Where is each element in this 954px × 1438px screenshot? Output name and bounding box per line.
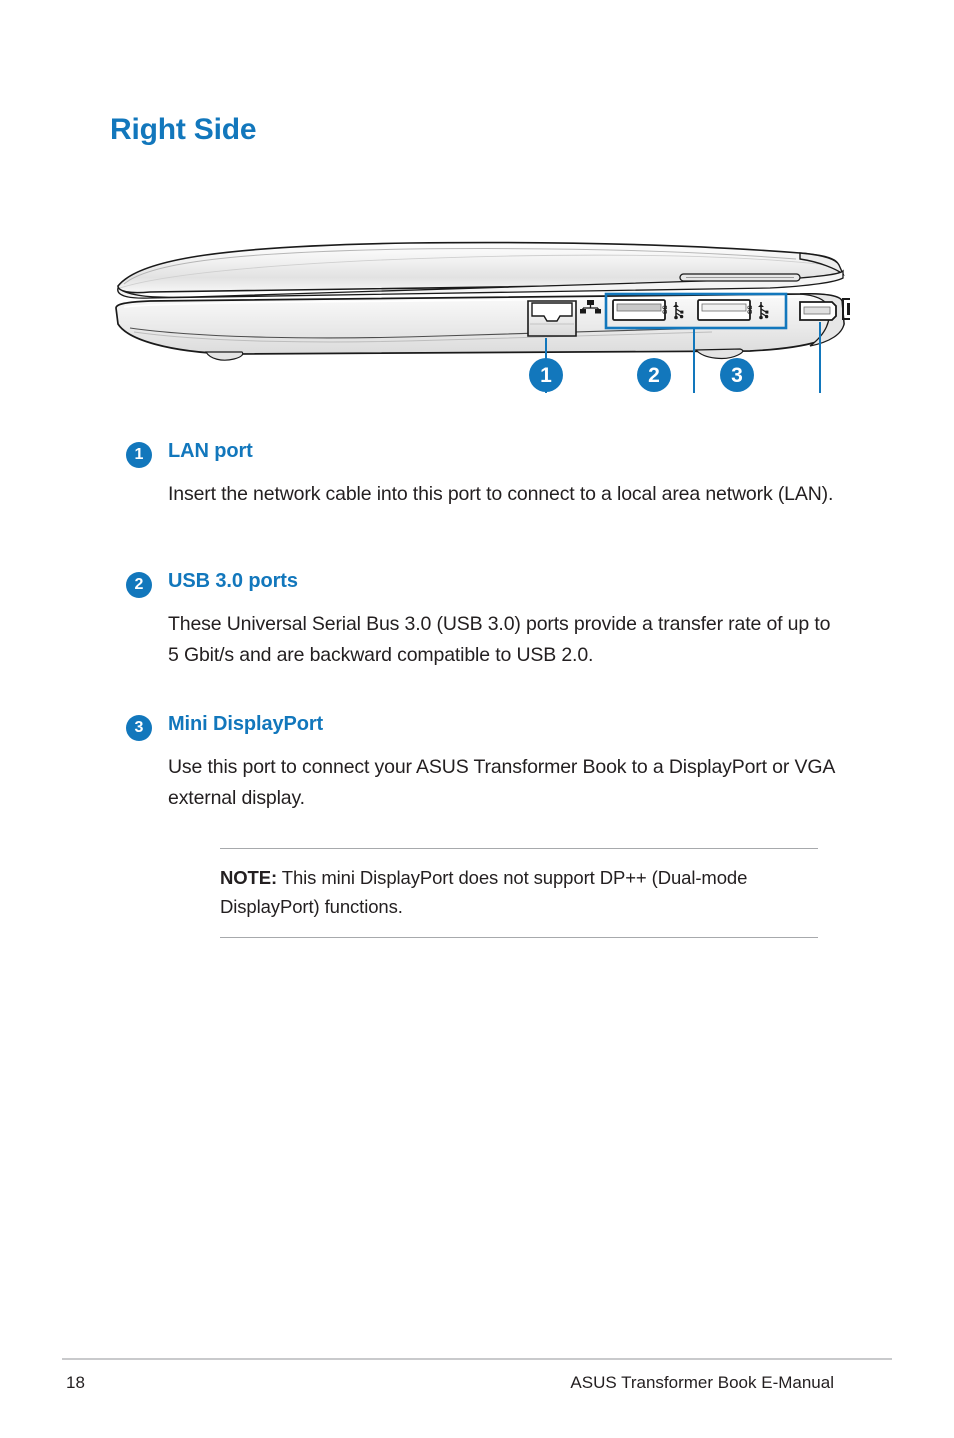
laptop-lid bbox=[117, 241, 845, 299]
section-title-mini-displayport: Mini DisplayPort bbox=[168, 713, 324, 735]
section-badge-1: 1 bbox=[126, 442, 152, 468]
section-body-lan-port: Insert the network cable into this port … bbox=[168, 483, 834, 505]
note-body: NOTE: This mini DisplayPort does not sup… bbox=[220, 849, 818, 937]
note-text: This mini DisplayPort does not support D… bbox=[220, 867, 748, 917]
port-section-usb3: 2 USB 3.0 ports These Universal Serial B… bbox=[126, 570, 846, 671]
section-header: 2 USB 3.0 ports bbox=[126, 570, 846, 600]
laptop-illustration: SS SS 1 2 3 bbox=[110, 228, 850, 408]
svg-text:SS: SS bbox=[747, 305, 754, 314]
section-badge-3: 3 bbox=[126, 715, 152, 741]
note-rule-bottom bbox=[220, 937, 818, 938]
usb-port-1 bbox=[612, 299, 666, 321]
manual-page: Right Side SS SS 1 2 3 1 LAN port Insert… bbox=[0, 0, 954, 1438]
footer-page-number: 18 bbox=[66, 1373, 85, 1392]
svg-text:2: 2 bbox=[648, 364, 660, 387]
svg-text:1: 1 bbox=[540, 364, 552, 387]
lan-port bbox=[527, 300, 577, 337]
usb-port-2 bbox=[697, 299, 751, 321]
section-badge-2: 2 bbox=[126, 572, 152, 598]
section-title-usb-3-ports: USB 3.0 ports bbox=[168, 570, 298, 592]
section-header: 3 Mini DisplayPort bbox=[126, 713, 846, 743]
port-section-mini-displayport: 3 Mini DisplayPort Use this port to conn… bbox=[126, 713, 846, 814]
callout-1: 1 bbox=[529, 358, 563, 392]
callout-3: 3 bbox=[720, 358, 754, 392]
note-box: NOTE: This mini DisplayPort does not sup… bbox=[220, 848, 818, 938]
lid-slot bbox=[679, 273, 801, 282]
section-title-lan-port: LAN port bbox=[168, 440, 253, 462]
callout-2: 2 bbox=[637, 358, 671, 392]
section-body-usb-3-ports: These Universal Serial Bus 3.0 (USB 3.0)… bbox=[168, 613, 831, 666]
port-section-lan: 1 LAN port Insert the network cable into… bbox=[126, 440, 846, 510]
page-title: Right Side bbox=[110, 113, 257, 146]
footer-manual-title: ASUS Transformer Book E-Manual bbox=[570, 1373, 834, 1392]
svg-text:3: 3 bbox=[731, 364, 743, 387]
mini-displayport bbox=[799, 301, 837, 321]
note-label: NOTE: bbox=[220, 867, 278, 888]
svg-text:SS: SS bbox=[662, 305, 669, 314]
footer-rule bbox=[62, 1358, 892, 1360]
section-body-mini-displayport: Use this port to connect your ASUS Trans… bbox=[168, 756, 835, 809]
section-header: 1 LAN port bbox=[126, 440, 846, 470]
